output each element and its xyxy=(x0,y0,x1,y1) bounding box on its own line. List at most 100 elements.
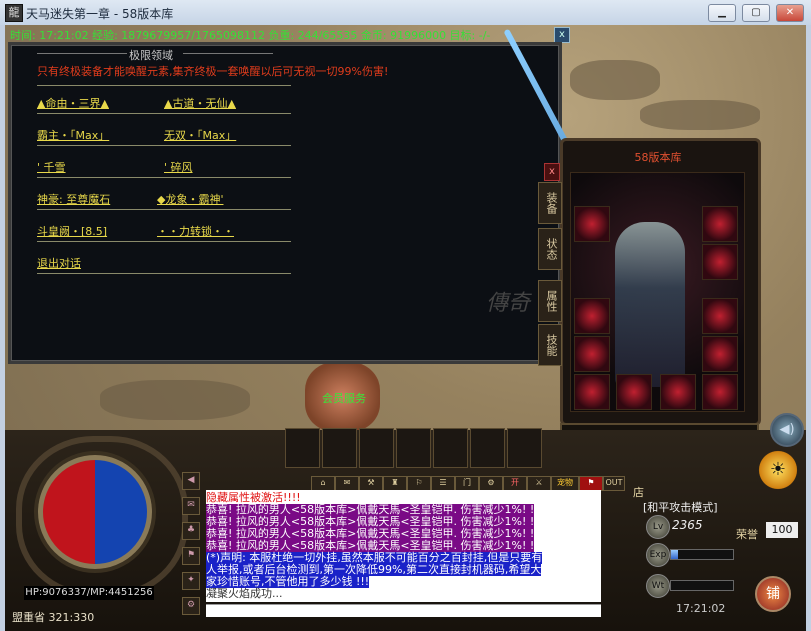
divider xyxy=(37,177,291,178)
honor-label: 荣誉 xyxy=(736,528,758,541)
level-value: 2365 xyxy=(672,518,703,532)
toolbar-alert-button[interactable]: ⚑ xyxy=(579,476,603,491)
dialog-title: 极限领域 xyxy=(129,49,173,62)
toolbar-flag-button[interactable]: ⚐ xyxy=(407,476,431,491)
toolbar-menu-button[interactable]: ☰ xyxy=(431,476,455,491)
sound-toggle-icon[interactable]: ◀) xyxy=(770,413,804,447)
npc-name: 会员服务 xyxy=(322,392,366,405)
toolbar-rank-button[interactable]: ♜ xyxy=(383,476,407,491)
shout-channel-icon[interactable]: ✦ xyxy=(182,572,200,590)
equip-slot-bracelet-left[interactable] xyxy=(574,298,610,334)
character-panel-title: 58版本库 xyxy=(634,151,682,164)
npc-dialog: 极限领域 只有终极装备才能唤醒元素,集齐终极一套唤醒以后可无视一切99%伤害! … xyxy=(8,42,562,364)
divider xyxy=(37,209,291,210)
toolbar-pet-button[interactable]: 宠物 xyxy=(551,476,579,491)
equip-slot-ring-right[interactable] xyxy=(702,336,738,372)
divider xyxy=(37,241,291,242)
divider xyxy=(37,145,291,146)
quick-slot[interactable] xyxy=(433,428,468,468)
equip-slot-gem[interactable] xyxy=(702,374,738,410)
window-frame-right xyxy=(806,25,811,631)
status-close-button[interactable]: x xyxy=(554,27,570,43)
divider xyxy=(37,113,291,114)
equip-slot-boots[interactable] xyxy=(660,374,696,410)
tab-skills[interactable]: 技能 xyxy=(538,324,562,366)
group-channel-icon[interactable]: ♣ xyxy=(182,522,200,540)
chat-log[interactable]: 隐藏属性被激活!!!! 恭喜! 拉风的男人<58版本库>佩戴天馬<圣皇铠甲. 伤… xyxy=(206,490,601,602)
chat-line: 凝聚火焰成功... xyxy=(206,587,283,600)
app-icon: 龍 xyxy=(5,4,23,22)
toolbar-home-button[interactable]: ⌂ xyxy=(311,476,335,491)
level-icon: Lv xyxy=(646,515,670,539)
weight-bar xyxy=(670,580,734,591)
equip-slot-charm[interactable] xyxy=(574,374,610,410)
chat-input[interactable] xyxy=(206,604,601,617)
option-bazhu[interactable]: 霸主・「Max」 xyxy=(37,127,109,143)
toolbar-battle-button[interactable]: ⚔ xyxy=(527,476,551,491)
minimize-button[interactable]: ▁ xyxy=(708,4,736,22)
quick-slot[interactable] xyxy=(396,428,431,468)
toolbar-gate-button[interactable]: 门 xyxy=(455,476,479,491)
hp-mp-orb xyxy=(38,455,152,569)
dialog-warning: 只有终极装备才能唤醒元素,集齐终极一套唤醒以后可无视一切99%伤害! xyxy=(37,65,389,78)
option-gudao[interactable]: ▲古道・无仙▲ xyxy=(164,95,236,111)
game-clock: 17:21:02 xyxy=(676,602,726,615)
quick-slot[interactable] xyxy=(507,428,542,468)
equip-slot-ring-left[interactable] xyxy=(574,336,610,372)
window-titlebar: 龍 天马迷失第一章 - 58版本库 ▁ ▢ ✕ xyxy=(0,0,811,26)
quick-slot[interactable] xyxy=(470,428,505,468)
option-wushuang[interactable]: 无双・「Max」 xyxy=(164,127,236,143)
divider xyxy=(37,273,291,274)
terrain-rock xyxy=(100,380,250,420)
option-lizhuansuo[interactable]: ・・力转锁・・ xyxy=(157,223,234,239)
quick-slot[interactable] xyxy=(322,428,357,468)
option-longxiang[interactable]: ◆龙象・霸神' xyxy=(157,191,223,207)
chat-side-buttons: ◀ ✉ ♣ ⚑ ✦ ⚙ xyxy=(182,472,200,622)
attack-mode[interactable]: [和平攻击模式] xyxy=(643,499,718,515)
tab-equipment[interactable]: 装备 xyxy=(538,182,562,224)
equip-slot-bracelet-right[interactable] xyxy=(702,298,738,334)
toolbar-open-button[interactable]: 开 xyxy=(503,476,527,491)
status-line: 时间: 17:21:02 经验: 1879679957/1765098112 负… xyxy=(10,29,491,42)
tab-attributes[interactable]: 属性 xyxy=(538,280,562,322)
toolbar-settings-button[interactable]: ⚙ xyxy=(479,476,503,491)
weight-icon: Wt xyxy=(646,574,670,598)
option-douhuang[interactable]: 斗皇阙・[8.5] xyxy=(37,223,107,239)
equip-slot-helmet[interactable] xyxy=(702,206,738,242)
option-qianxue[interactable]: ' 千雪 xyxy=(37,159,66,175)
option-mingyou[interactable]: ▲命由・三界▲ xyxy=(37,95,109,111)
dialog-watermark: 傳奇 xyxy=(486,291,531,316)
equip-slot-necklace[interactable] xyxy=(574,206,610,242)
close-window-button[interactable]: ✕ xyxy=(776,4,804,22)
hp-mp-readout: HP:9076337/MP:4451256 xyxy=(24,586,154,600)
terrain-rock xyxy=(640,100,760,130)
exp-bar xyxy=(670,549,734,560)
toolbar-logout-button[interactable]: OUT xyxy=(603,476,625,491)
toolbar-craft-button[interactable]: ⚒ xyxy=(359,476,383,491)
tab-status[interactable]: 状态 xyxy=(538,228,562,270)
quick-slot[interactable] xyxy=(359,428,394,468)
option-suifeng[interactable]: ' 碎风 xyxy=(164,159,193,175)
character-figure xyxy=(615,222,685,387)
exp-icon: Exp xyxy=(646,543,670,567)
quick-slot[interactable] xyxy=(285,428,320,468)
quick-slot-belt xyxy=(285,428,547,468)
equip-slot-belt[interactable] xyxy=(616,374,652,410)
whisper-channel-icon[interactable]: ✉ xyxy=(182,497,200,515)
toolbar-mail-button[interactable]: ✉ xyxy=(335,476,359,491)
day-night-sun-icon: ☀ xyxy=(756,448,800,492)
divider xyxy=(183,53,273,54)
exit-dialog-link[interactable]: 退出对话 xyxy=(37,255,81,271)
divider xyxy=(37,53,127,54)
chat-settings-icon[interactable]: ⚙ xyxy=(182,597,200,615)
map-location: 盟重省 321:330 xyxy=(12,611,95,624)
sound-channel-icon[interactable]: ◀ xyxy=(182,472,200,490)
maximize-button[interactable]: ▢ xyxy=(742,4,770,22)
shop-button[interactable]: 铺 xyxy=(755,576,791,612)
shop-tag: 店 xyxy=(633,486,644,499)
window-title: 天马迷失第一章 - 58版本库 xyxy=(26,7,174,21)
character-panel-close-button[interactable]: x xyxy=(544,163,560,181)
equip-slot-medal[interactable] xyxy=(702,244,738,280)
guild-channel-icon[interactable]: ⚑ xyxy=(182,547,200,565)
option-shenhao[interactable]: 神豪: 至尊魔石 xyxy=(37,191,110,207)
